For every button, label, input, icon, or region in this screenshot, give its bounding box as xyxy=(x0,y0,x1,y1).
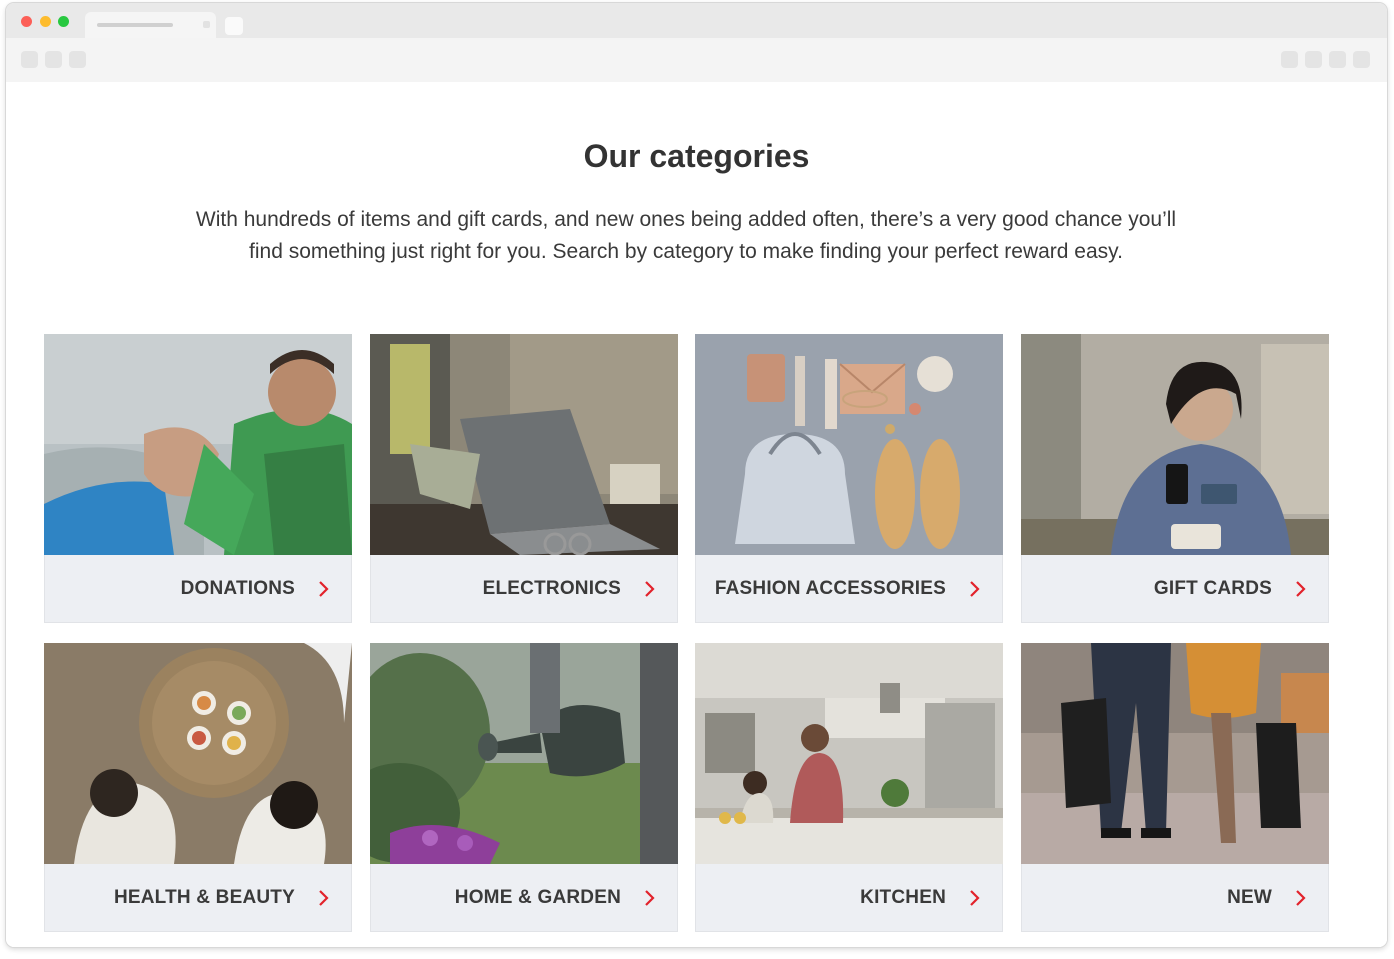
chevron-right-icon[interactable] xyxy=(643,579,657,599)
watering-can-photo xyxy=(370,643,678,864)
chevron-right-icon[interactable] xyxy=(1294,579,1308,599)
tab-close-icon[interactable] xyxy=(203,21,210,28)
chevron-right-icon[interactable] xyxy=(968,888,982,908)
extensions-button[interactable] xyxy=(1329,51,1346,68)
category-card-electronics[interactable]: ELECTRONICS xyxy=(370,334,678,623)
shopping-bags-photo xyxy=(1021,643,1329,864)
friends-table-photo xyxy=(44,643,352,864)
category-card-fashion-accessories[interactable]: FASHION ACCESSORIES xyxy=(695,334,1003,623)
chevron-right-icon[interactable] xyxy=(1294,888,1308,908)
new-tab-button[interactable] xyxy=(225,17,243,35)
chevron-right-icon[interactable] xyxy=(317,579,331,599)
category-card-kitchen[interactable]: KITCHEN xyxy=(695,643,1003,932)
category-label[interactable]: NEW xyxy=(1022,864,1328,931)
share-button[interactable] xyxy=(1281,51,1298,68)
category-label[interactable]: KITCHEN xyxy=(696,864,1002,931)
category-card-health-beauty[interactable]: HEALTH & BEAUTY xyxy=(44,643,352,932)
back-button[interactable] xyxy=(21,51,38,68)
reload-button[interactable] xyxy=(69,51,86,68)
category-label[interactable]: FASHION ACCESSORIES xyxy=(696,555,1002,622)
page-title: Our categories xyxy=(583,138,810,174)
browser-toolbar xyxy=(6,38,1387,82)
category-label[interactable]: ELECTRONICS xyxy=(371,555,677,622)
browser-window: Our categories With hundreds of items an… xyxy=(6,3,1387,947)
maximize-window-button[interactable] xyxy=(58,16,69,27)
category-label[interactable]: GIFT CARDS xyxy=(1022,555,1328,622)
intro-line-1: With hundreds of items and gift cards, a… xyxy=(195,208,1177,231)
helping-hand-photo xyxy=(44,334,352,555)
bookmarks-button[interactable] xyxy=(1305,51,1322,68)
laptop-desk-photo xyxy=(370,334,678,555)
family-kitchen-photo xyxy=(695,643,1003,864)
category-card-gift-cards[interactable]: GIFT CARDS xyxy=(1021,334,1329,623)
category-card-donations[interactable]: DONATIONS xyxy=(44,334,352,623)
browser-titlebar xyxy=(6,3,1387,38)
flatlay-accessories-photo xyxy=(695,334,1003,555)
page-content: Our categories With hundreds of items an… xyxy=(6,82,1387,947)
tab-title-placeholder xyxy=(97,23,173,27)
category-card-new[interactable]: NEW xyxy=(1021,643,1329,932)
category-label[interactable]: HOME & GARDEN xyxy=(371,864,677,931)
woman-phone-card-photo xyxy=(1021,334,1329,555)
category-card-home-garden[interactable]: HOME & GARDEN xyxy=(370,643,678,932)
category-label[interactable]: HEALTH & BEAUTY xyxy=(45,864,351,931)
intro-text: With hundreds of items and gift cards, a… xyxy=(136,204,1236,268)
forward-button[interactable] xyxy=(45,51,62,68)
chevron-right-icon[interactable] xyxy=(968,579,982,599)
category-label[interactable]: DONATIONS xyxy=(45,555,351,622)
chevron-right-icon[interactable] xyxy=(643,888,657,908)
menu-button[interactable] xyxy=(1353,51,1370,68)
chevron-right-icon[interactable] xyxy=(317,888,331,908)
browser-tab[interactable] xyxy=(85,12,216,38)
intro-line-2: find something just right for you. Searc… xyxy=(249,240,1123,263)
close-window-button[interactable] xyxy=(21,16,32,27)
minimize-window-button[interactable] xyxy=(40,16,51,27)
